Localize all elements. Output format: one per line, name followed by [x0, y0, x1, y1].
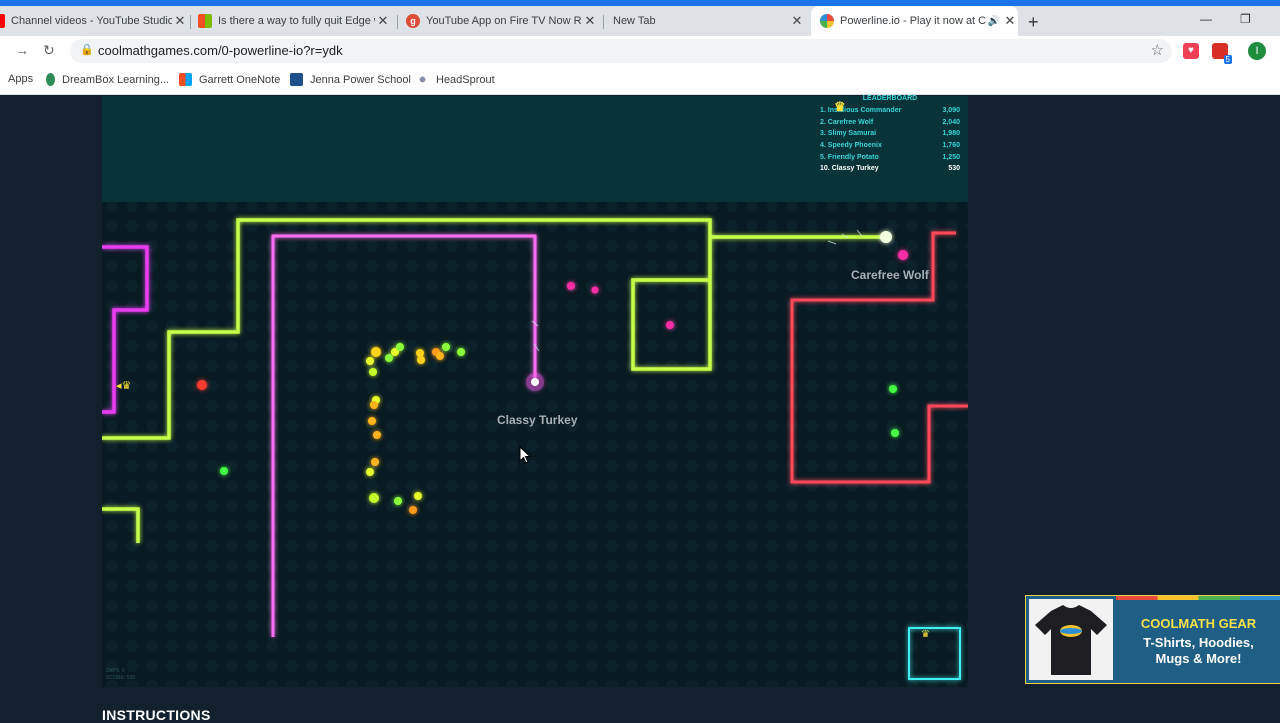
tab-title: Channel videos - YouTube Studio — [11, 15, 172, 27]
youtube-icon — [0, 14, 5, 28]
game-board: ◂♛ ♛ — [102, 96, 968, 687]
coolmath-icon — [820, 14, 834, 28]
tab-powerline[interactable]: Powerline.io - Play it now at C 🔊 ✕ — [811, 6, 1018, 36]
close-tab-icon[interactable]: ✕ — [582, 13, 598, 29]
opponent-name-label: Carefree Wolf — [851, 268, 929, 282]
bookmark-apps[interactable]: Apps — [8, 73, 33, 85]
ad-heading: COOLMATH GEAR — [1140, 616, 1257, 631]
rainbow-stripe — [1116, 596, 1280, 600]
bookmark-onenote[interactable]: Garrett OneNote — [179, 73, 280, 86]
mouse-cursor-icon — [519, 446, 532, 464]
dreambox-icon — [46, 73, 55, 86]
bookmark-star-icon[interactable]: ☆ — [1151, 41, 1164, 59]
bookmark-label: HeadSprout — [436, 73, 495, 86]
headsprout-icon — [416, 73, 429, 86]
tab-edge-question[interactable]: Is there a way to fully quit Edge w ✕ — [198, 6, 391, 36]
leaderboard-row-self: 10. Classy Turkey 530 — [820, 165, 960, 173]
browser-toolbar: → ↻ 🔒 coolmathgames.com/0-powerline-io?r… — [0, 36, 1280, 66]
url-text: coolmathgames.com/0-powerline-io?r=ydk — [98, 43, 343, 58]
tab-new-tab[interactable]: New Tab ✕ — [613, 6, 805, 36]
crown-icon: ♛ — [921, 629, 930, 640]
leaderboard-row: 5. Friendly Potato 1,250 — [820, 153, 960, 161]
snake-green-head — [880, 231, 892, 243]
speaker-icon[interactable]: 🔊 — [986, 16, 1002, 27]
profile-avatar[interactable]: I — [1248, 42, 1266, 60]
bookmark-label: Apps — [8, 73, 34, 85]
bookmark-headsprout[interactable]: HeadSprout — [416, 73, 495, 86]
tab-separator — [397, 15, 398, 29]
leaderboard-row: 2. Carefree Wolf 2,040 — [820, 118, 960, 126]
tab-title: New Tab — [613, 15, 656, 27]
player-name-label: Classy Turkey — [497, 413, 578, 427]
tab-title: YouTube App on Fire TV Now Re — [426, 15, 582, 27]
leaderboard-row: 3. Slimy Samurai 1,980 — [820, 130, 960, 138]
snake-pink-head — [531, 378, 539, 386]
tab-youtube-studio[interactable]: Channel videos - YouTube Studio ✕ — [0, 6, 188, 36]
tab-separator — [603, 15, 604, 29]
new-tab-button[interactable]: + — [1028, 12, 1039, 33]
instructions-heading: INSTRUCTIONS — [102, 707, 211, 723]
powerschool-icon — [290, 73, 303, 86]
close-tab-icon[interactable]: ✕ — [789, 13, 805, 29]
tshirt-icon — [1035, 605, 1107, 675]
tab-strip: Channel videos - YouTube Studio ✕ Is the… — [0, 6, 1280, 36]
crown-icon: ♛ — [834, 99, 846, 114]
bookmark-label: Garrett OneNote — [199, 73, 281, 86]
leaderboard-row: 4. Speedy Phoenix 1,760 — [820, 142, 960, 150]
score-stats: ZAPS: 0 SCORE: 530 — [106, 668, 135, 682]
microsoft-icon — [198, 14, 212, 28]
bookmark-label: Jenna Power School — [310, 73, 411, 86]
bookmarks-bar: Apps DreamBox Learning... Garrett OneNot… — [0, 66, 1280, 95]
ad-line: Mugs & More! — [1155, 651, 1242, 666]
leaderboard: LEADERBOARD 1. Insidious Commander 3,090… — [820, 95, 960, 176]
crown-icon: ◂♛ — [116, 379, 131, 392]
pocket-extension-icon[interactable]: ♥ — [1183, 43, 1199, 59]
extension-badge: 5 — [1223, 55, 1232, 64]
reload-icon[interactable]: ↻ — [43, 42, 55, 59]
google-plus-icon: g — [406, 14, 420, 28]
bookmark-dreambox[interactable]: DreamBox Learning... — [46, 73, 169, 86]
tab-title: Is there a way to fully quit Edge w — [218, 15, 375, 27]
ad-subtext: T-Shirts, Hoodies, Mugs & More! — [1116, 635, 1280, 667]
ad-line: T-Shirts, Hoodies, — [1143, 635, 1254, 650]
minimize-icon[interactable]: — — [1200, 12, 1212, 26]
close-tab-icon[interactable]: ✕ — [375, 13, 391, 29]
address-bar[interactable]: 🔒 coolmathgames.com/0-powerline-io?r=ydk… — [70, 39, 1172, 63]
close-tab-icon[interactable]: ✕ — [172, 13, 188, 29]
gmail-extension-icon[interactable]: 5 — [1212, 43, 1232, 64]
tab-youtube-fire-tv[interactable]: g YouTube App on Fire TV Now Re ✕ — [406, 6, 598, 36]
lock-icon: 🔒 — [80, 44, 94, 56]
zaps-stat: ZAPS: 0 — [106, 668, 125, 674]
tab-separator — [190, 15, 191, 29]
restore-icon[interactable]: ❐ — [1240, 12, 1251, 26]
close-tab-icon[interactable]: ✕ — [1002, 13, 1018, 29]
bookmark-powerschool[interactable]: Jenna Power School — [290, 73, 411, 86]
coolmath-gear-ad[interactable]: COOLMATH GEAR T-Shirts, Hoodies, Mugs & … — [1025, 595, 1280, 684]
tab-title: Powerline.io - Play it now at C — [840, 15, 986, 27]
microsoft-icon — [179, 73, 192, 86]
bookmark-label: DreamBox Learning... — [62, 73, 169, 86]
tshirt-image — [1029, 599, 1113, 680]
forward-icon[interactable]: → — [15, 42, 29, 58]
score-stat: SCORE: 530 — [106, 675, 135, 681]
game-canvas[interactable]: ◂♛ ♛ Classy Turkey Carefree Wolf ZAPS: 0… — [102, 96, 968, 687]
